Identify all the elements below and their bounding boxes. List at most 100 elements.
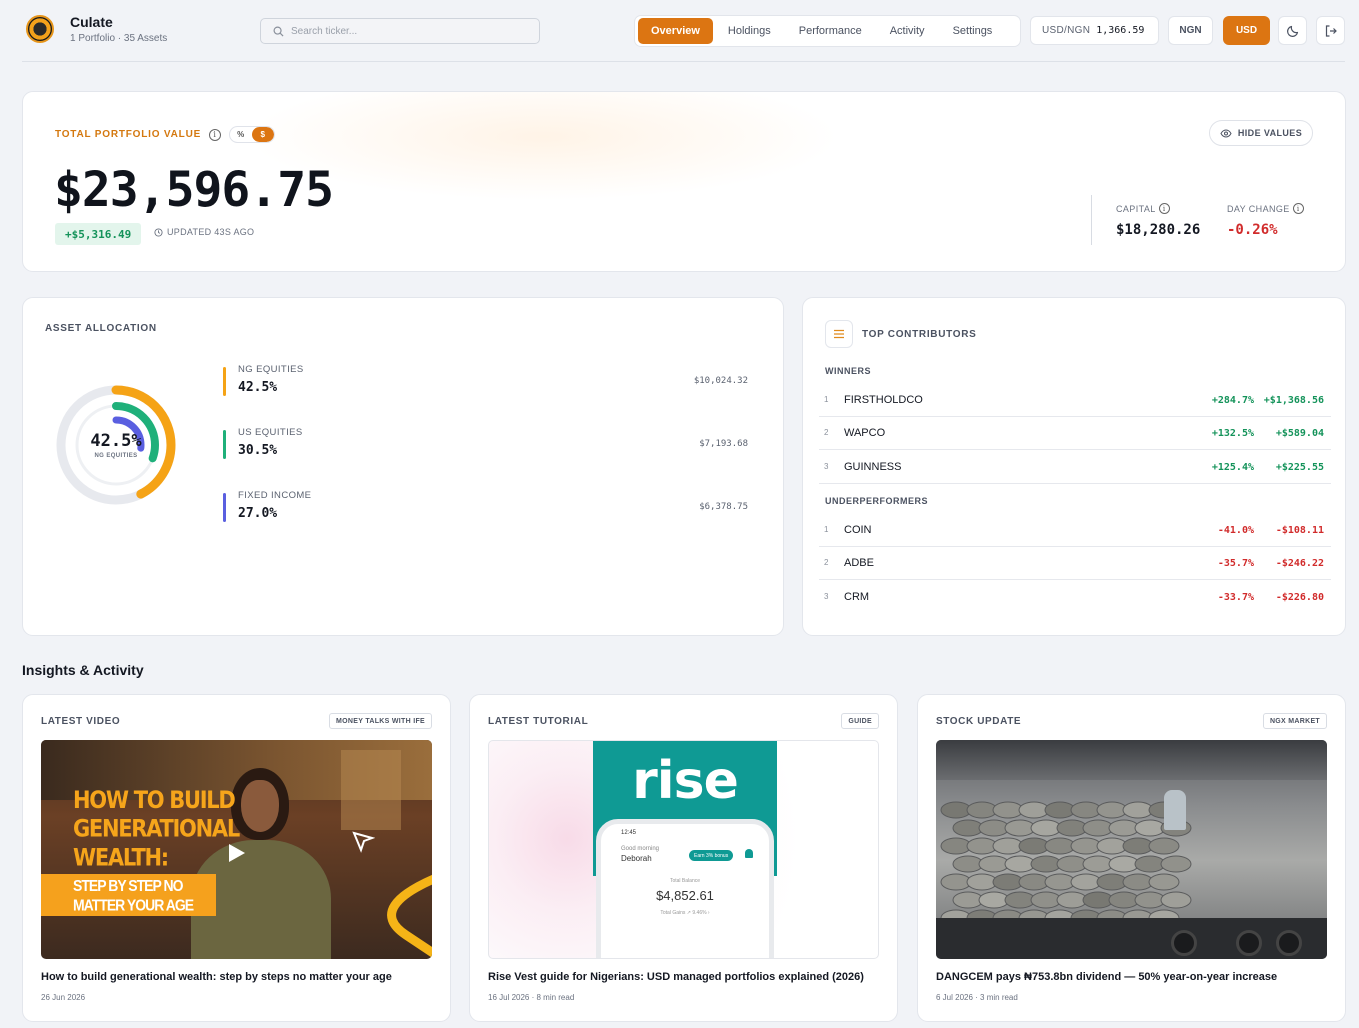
allocation-name: NG EQUITIES — [238, 364, 304, 375]
total-gain-badge: +$5,316.49 — [55, 223, 142, 245]
latest-video-card[interactable]: LATEST VIDEO MONEY TALKS WITH IFE HOW TO… — [22, 694, 451, 1022]
thumb-roof — [936, 740, 1327, 780]
search-icon — [273, 26, 284, 37]
percent-mode[interactable]: % — [230, 127, 252, 142]
loser-row[interactable]: 3 CRM -33.7% -$226.80 — [819, 580, 1331, 614]
return-amount: +$225.55 — [1275, 462, 1324, 473]
card-title[interactable]: How to build generational wealth: step b… — [41, 971, 436, 983]
capital-label: CAPITAL — [1116, 203, 1156, 214]
return-percent: -41.0% — [1217, 525, 1254, 536]
card-tag: NGX MARKET — [1262, 713, 1327, 729]
donut-center-value: 42.5% — [90, 431, 142, 451]
top-header: Culate 1 Portfolio · 35 Assets Overview … — [22, 10, 1345, 62]
thumb-wheel — [1236, 930, 1262, 956]
card-meta: 16 Jul 2026 · 8 min read — [488, 993, 575, 1002]
donut-center: 42.5% NG EQUITIES — [53, 382, 179, 508]
list-icon — [825, 320, 853, 348]
info-icon[interactable]: i — [1158, 203, 1170, 214]
portfolio-value-header: TOTAL PORTFOLIO VALUE i % $ — [55, 126, 276, 143]
info-icon[interactable]: i — [1292, 203, 1304, 214]
info-icon[interactable]: i — [209, 128, 222, 141]
winner-row[interactable]: 3 GUINNESS +125.4% +$225.55 — [819, 450, 1331, 484]
cursor-icon — [352, 831, 375, 853]
phone-greeting: Good morning — [621, 846, 660, 852]
contributors-header: TOP CONTRIBUTORS — [825, 320, 977, 348]
allocation-item-fixed-income[interactable]: FIXED INCOME 27.0% $6,378.75 — [223, 490, 748, 524]
allocation-item-ng-equities[interactable]: NG EQUITIES 42.5% $10,024.32 — [223, 364, 748, 398]
tab-performance[interactable]: Performance — [786, 18, 875, 44]
allocation-amount: $7,193.68 — [699, 439, 748, 449]
contributors-title: TOP CONTRIBUTORS — [862, 328, 977, 340]
card-label: STOCK UPDATE — [936, 716, 1022, 727]
dollar-mode[interactable]: $ — [252, 127, 275, 142]
stock-thumbnail[interactable] — [936, 740, 1327, 959]
phone-balance-label: Total Balance — [669, 878, 701, 884]
portfolio-value-label: TOTAL PORTFOLIO VALUE — [55, 129, 202, 140]
play-icon[interactable] — [229, 844, 245, 862]
capital-value: $18,280.26 — [1116, 222, 1201, 238]
fx-rate: USD/NGN 1,366.59 — [1030, 16, 1159, 45]
tab-settings[interactable]: Settings — [940, 18, 1006, 44]
loser-row[interactable]: 2 ADBE -35.7% -$246.22 — [819, 546, 1331, 580]
hide-values-button[interactable]: HIDE VALUES — [1209, 120, 1313, 146]
winner-row[interactable]: 1 FIRSTHOLDCO +284.7% +$1,368.56 — [819, 383, 1331, 417]
card-title[interactable]: Rise Vest guide for Nigerians: USD manag… — [488, 971, 883, 983]
thumb-truck — [936, 918, 1327, 959]
return-amount: +$1,368.56 — [1263, 395, 1324, 406]
tab-holdings[interactable]: Holdings — [715, 18, 784, 44]
phone-gain: Total Gains ↗ 9.46% › — [660, 910, 710, 916]
search-box[interactable] — [260, 18, 540, 44]
total-portfolio-value: $23,596.75 — [54, 162, 334, 218]
value-mode-toggle[interactable]: % $ — [229, 126, 276, 143]
cement-bag — [1148, 873, 1180, 891]
asset-allocation-card: ASSET ALLOCATION 42.5% NG EQUITIES NG EQ… — [22, 297, 784, 636]
legend-color-bar — [223, 430, 226, 459]
ticker: GUINNESS — [844, 461, 902, 473]
latest-tutorial-card[interactable]: LATEST TUTORIAL GUIDE rise 12:45 Good mo… — [469, 694, 898, 1022]
return-percent: +125.4% — [1211, 462, 1254, 473]
card-meta: 26 Jun 2026 — [41, 993, 86, 1002]
thumb-wheel — [1171, 930, 1197, 956]
rank: 3 — [824, 592, 829, 601]
allocation-item-us-equities[interactable]: US EQUITIES 30.5% $7,193.68 — [223, 427, 748, 461]
thumb-subheadline: STEP BY STEP NO MATTER YOUR AGE — [73, 876, 194, 915]
video-thumbnail[interactable]: HOW TO BUILD GENERATIONAL WEALTH: STEP B… — [41, 740, 432, 959]
allocation-name: US EQUITIES — [238, 427, 303, 438]
day-change-label: DAY CHANGE — [1227, 203, 1290, 214]
card-tag: GUIDE — [841, 713, 879, 729]
return-percent: -35.7% — [1217, 558, 1254, 569]
search-input[interactable] — [291, 25, 521, 37]
thumb-line: WEALTH: — [73, 843, 169, 872]
thumb-face — [241, 780, 279, 832]
theme-toggle-button[interactable] — [1278, 16, 1307, 45]
winners-heading: WINNERS — [825, 366, 871, 376]
eye-icon — [1220, 128, 1232, 138]
allocation-amount: $10,024.32 — [693, 376, 748, 386]
logout-button[interactable] — [1316, 16, 1345, 45]
fx-label: USD/NGN — [1042, 25, 1091, 36]
currency-ngn-button[interactable]: NGN — [1168, 16, 1213, 45]
brand[interactable]: Culate 1 Portfolio · 35 Assets — [26, 14, 167, 44]
tutorial-thumbnail[interactable]: rise 12:45 Good morning Deborah Earn 3% … — [488, 740, 879, 959]
winner-row[interactable]: 2 WAPCO +132.5% +$589.04 — [819, 416, 1331, 450]
phone-mockup: 12:45 Good morning Deborah Earn 3% bonus… — [596, 819, 774, 958]
cement-bag — [1148, 837, 1180, 855]
bell-icon — [745, 849, 753, 858]
rank: 2 — [824, 428, 829, 437]
thumb-painting — [341, 750, 401, 830]
thumb-line: MATTER YOUR AGE — [73, 895, 194, 914]
allocation-percent: 27.0% — [238, 506, 278, 521]
loser-row[interactable]: 1 COIN -41.0% -$108.11 — [819, 513, 1331, 547]
card-title[interactable]: DANGCEM pays ₦753.8bn dividend — 50% yea… — [936, 971, 1331, 983]
return-amount: -$246.22 — [1275, 558, 1324, 569]
currency-usd-button[interactable]: USD — [1223, 16, 1270, 45]
app-logo — [26, 15, 54, 43]
stock-update-card[interactable]: STOCK UPDATE NGX MARKET DANGCEM pays ₦75… — [917, 694, 1346, 1022]
tab-activity[interactable]: Activity — [877, 18, 938, 44]
donut-center-label: NG EQUITIES — [94, 453, 138, 459]
stats-divider — [1091, 195, 1092, 245]
ticker: COIN — [844, 524, 872, 536]
tab-overview[interactable]: Overview — [638, 18, 713, 44]
return-percent: -33.7% — [1217, 592, 1254, 603]
legend-color-bar — [223, 367, 226, 396]
